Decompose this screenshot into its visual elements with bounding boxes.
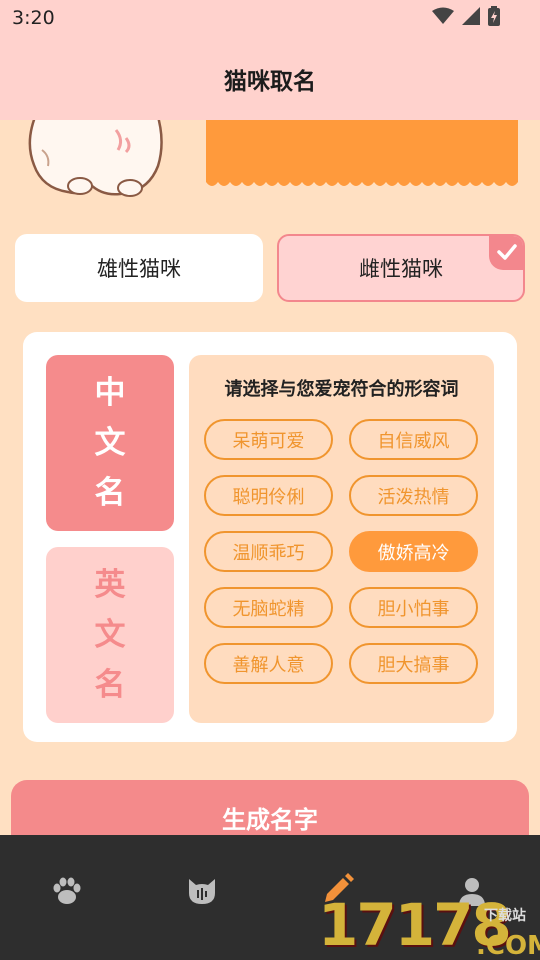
watermark-domain: .COM xyxy=(476,931,540,960)
nav-translator[interactable] xyxy=(184,873,220,909)
adjective-chip-selected[interactable]: 傲娇高冷 xyxy=(349,531,478,572)
check-icon xyxy=(489,236,523,270)
cat-illustration xyxy=(20,108,170,204)
nav-home[interactable] xyxy=(49,873,85,909)
tab-english-char-3: 名 xyxy=(94,667,126,703)
adjective-chip[interactable]: 无脑蛇精 xyxy=(204,587,333,628)
adjective-prompt: 请选择与您爱宠符合的形容词 xyxy=(224,379,459,400)
page-title: 猫咪取名 xyxy=(224,69,316,95)
banner-scallop xyxy=(206,176,518,186)
app-header: 3:20 猫咪取名 xyxy=(0,0,540,120)
adjective-chip[interactable]: 呆萌可爱 xyxy=(204,419,333,460)
signal-icon xyxy=(462,7,480,25)
male-cat-label: 雄性猫咪 xyxy=(97,257,181,281)
tab-chinese-char-3: 名 xyxy=(94,475,126,511)
watermark-sub: 下载站 xyxy=(484,908,526,924)
adjective-chip[interactable]: 聪明伶俐 xyxy=(204,475,333,516)
female-cat-option[interactable]: 雌性猫咪 xyxy=(277,234,525,302)
adjective-grid: 呆萌可爱 自信威风 聪明伶俐 活泼热情 温顺乖巧 傲娇高冷 无脑蛇精 胆小怕事 … xyxy=(204,419,480,684)
status-icons xyxy=(432,6,500,26)
bottom-nav: 17178 下载站 .COM xyxy=(0,835,540,960)
tab-chinese-char-1: 中 xyxy=(94,375,126,411)
adjective-chip[interactable]: 胆小怕事 xyxy=(349,587,478,628)
cat-face-icon xyxy=(189,879,215,904)
paw-icon xyxy=(53,877,81,904)
female-cat-label: 雌性猫咪 xyxy=(359,257,443,281)
male-cat-option[interactable]: 雄性猫咪 xyxy=(15,234,263,302)
tab-chinese-name[interactable]: 中 文 名 xyxy=(46,355,174,531)
wifi-icon xyxy=(432,7,454,24)
battery-icon xyxy=(488,6,500,26)
tab-chinese-char-2: 文 xyxy=(94,425,126,461)
naming-card: 中 文 名 英 文 名 请选择与您爱宠符合的形容词 呆萌可爱 自信威风 聪明伶俐… xyxy=(23,332,517,742)
tab-english-name[interactable]: 英 文 名 xyxy=(46,547,174,723)
adjective-chip[interactable]: 胆大搞事 xyxy=(349,643,478,684)
status-time: 3:20 xyxy=(12,7,55,29)
banner-board xyxy=(206,110,518,182)
adjective-chip[interactable]: 温顺乖巧 xyxy=(204,531,333,572)
tab-english-char-1: 英 xyxy=(94,567,126,603)
tab-english-char-2: 文 xyxy=(94,617,126,653)
adjective-panel: 请选择与您爱宠符合的形容词 呆萌可爱 自信威风 聪明伶俐 活泼热情 温顺乖巧 傲… xyxy=(189,355,494,723)
adjective-chip[interactable]: 善解人意 xyxy=(204,643,333,684)
adjective-chip[interactable]: 自信威风 xyxy=(349,419,478,460)
adjective-chip[interactable]: 活泼热情 xyxy=(349,475,478,516)
